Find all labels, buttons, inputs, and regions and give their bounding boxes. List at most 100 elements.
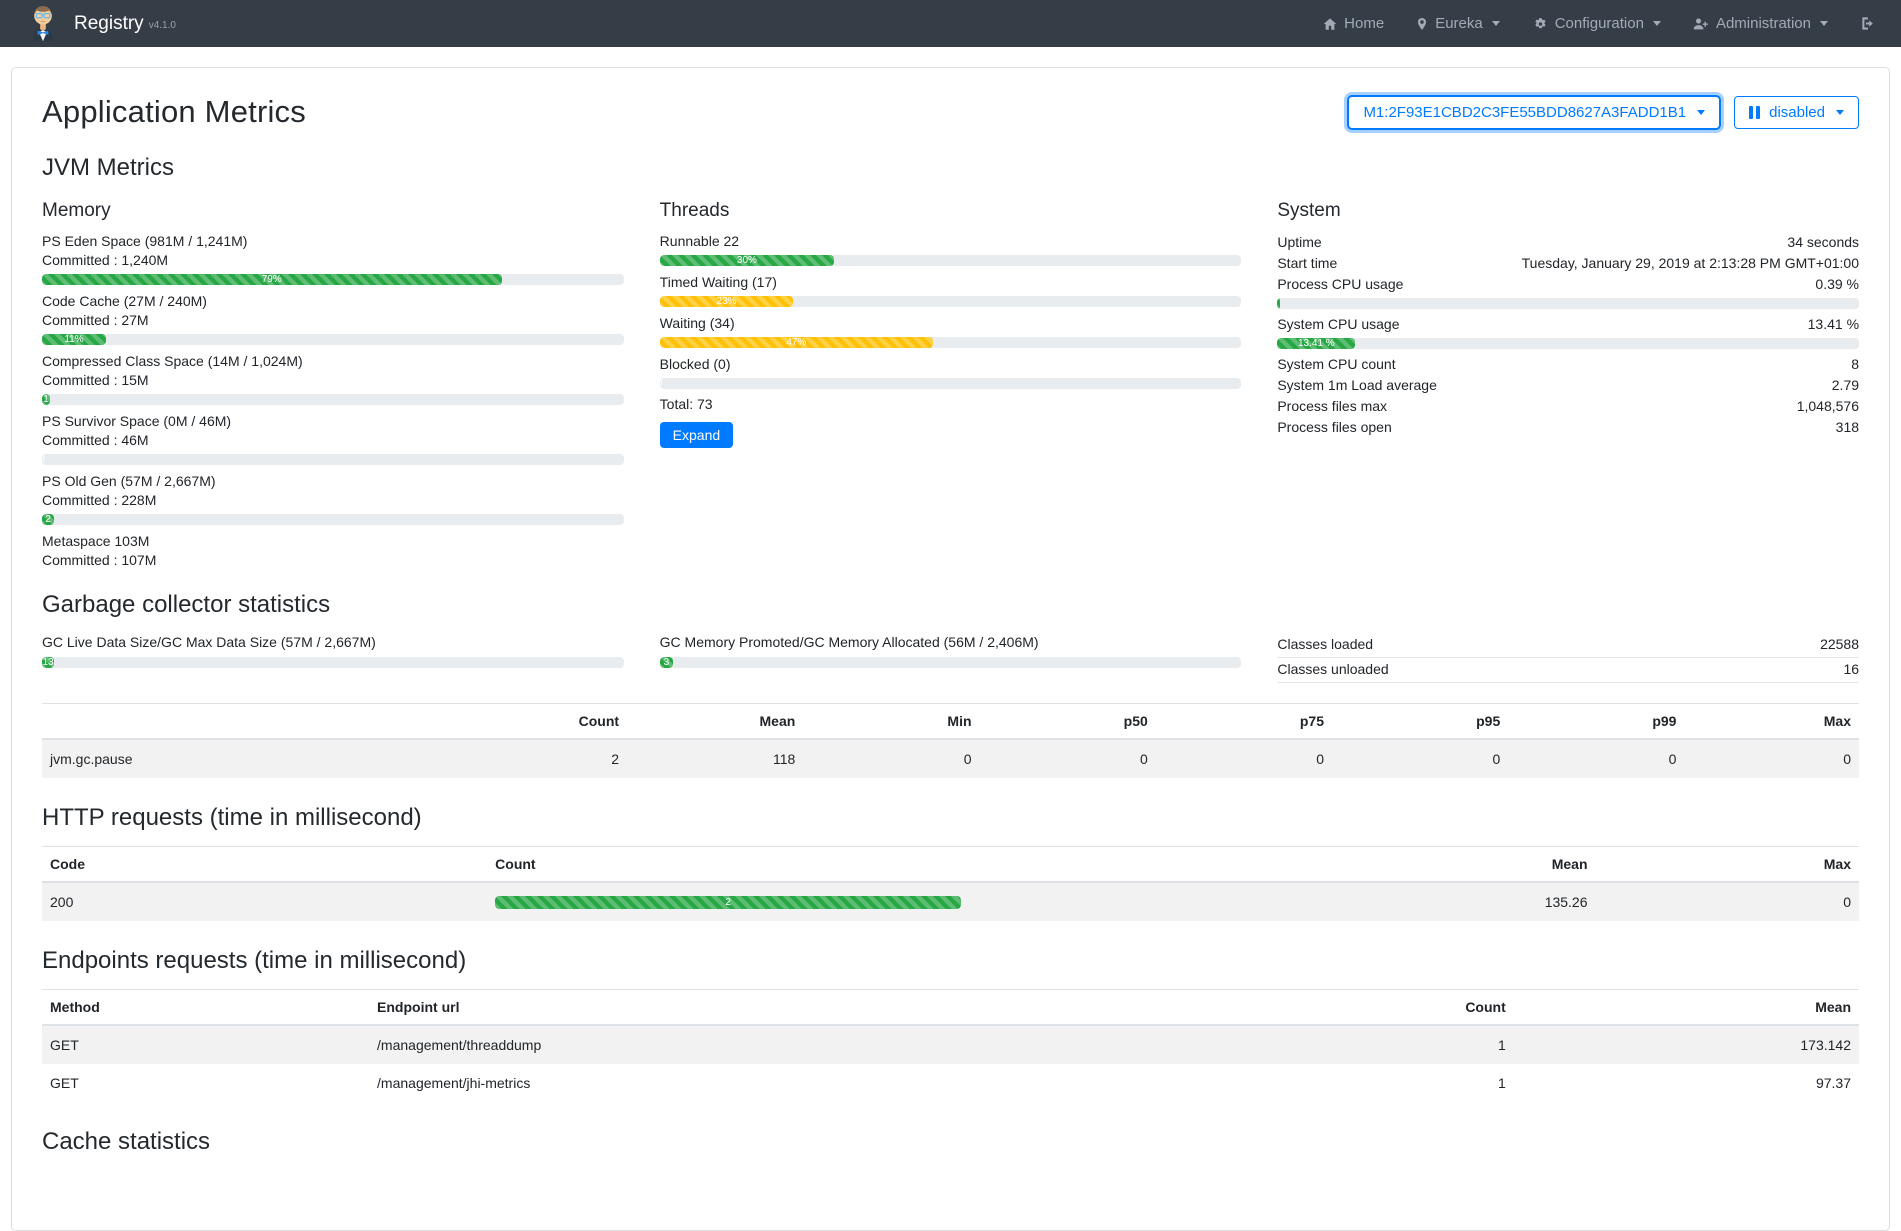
progress-fill: 1 — [42, 394, 50, 405]
gauge-committed: Committed : 46M — [42, 431, 624, 450]
gauge-title: PS Eden Space (981M / 1,241M) — [42, 232, 624, 251]
brand-version: v4.1.0 — [149, 20, 176, 31]
instance-selector-label: M1:2F93E1CBD2C3FE55BDD8627A3FADD1B1 — [1363, 104, 1686, 121]
row-label: Uptime — [1277, 233, 1321, 252]
gauge-title: Code Cache (27M / 240M) — [42, 292, 624, 311]
nav-item-administration[interactable]: Administration — [1693, 15, 1828, 32]
row-label: Process files open — [1277, 418, 1391, 437]
nav-item-eureka[interactable]: Eureka — [1416, 15, 1500, 32]
threads-heading: Threads — [660, 200, 1242, 222]
nav-item-label: Configuration — [1555, 15, 1644, 32]
row-label: System 1m Load average — [1277, 376, 1437, 395]
thread-gauge-blocked: Blocked (0) 0 — [660, 355, 1242, 389]
progress-label: 1 — [43, 394, 49, 405]
progress-label: 2 — [725, 897, 731, 908]
memory-gauge-compressed-class: Compressed Class Space (14M / 1,024M) Co… — [42, 352, 624, 405]
row-value: Tuesday, January 29, 2019 at 2:13:28 PM … — [1522, 254, 1859, 273]
column-header: p50 — [980, 704, 1156, 740]
row-value: 16 — [1843, 660, 1859, 679]
progress-track: 3 — [660, 657, 1242, 668]
chevron-down-icon — [1492, 21, 1500, 26]
system-row-files-max: Process files max 1,048,576 — [1277, 396, 1859, 417]
column-header: Code — [42, 847, 487, 883]
row-label: Classes loaded — [1277, 635, 1373, 654]
page-title: Application Metrics — [42, 94, 306, 130]
navbar: Registry v4.1.0 Home Eureka Configuratio… — [0, 0, 1901, 47]
progress-label: 0 — [42, 454, 45, 465]
gauge-title: GC Live Data Size/GC Max Data Size (57M … — [42, 633, 624, 652]
column-header: Endpoint url — [369, 990, 1205, 1026]
memory-gauge-survivor: PS Survivor Space (0M / 46M) Committed :… — [42, 412, 624, 465]
memory-gauge-eden: PS Eden Space (981M / 1,241M) Committed … — [42, 232, 624, 285]
column-header: Min — [803, 704, 979, 740]
brand-title: Registry — [74, 13, 144, 35]
row-value: 1,048,576 — [1797, 397, 1859, 416]
classes-unloaded-row: Classes unloaded 16 — [1277, 658, 1859, 683]
row-label: Process CPU usage — [1277, 275, 1403, 294]
column-header: Count — [451, 704, 627, 740]
row-value: 8 — [1851, 355, 1859, 374]
home-icon — [1323, 17, 1337, 31]
progress-track — [1277, 298, 1859, 309]
endpoint-url: /management/threaddump — [369, 1025, 1205, 1064]
progress-label: 30% — [737, 255, 757, 266]
progress-track: 0 — [42, 454, 624, 465]
row-label: System CPU count — [1277, 355, 1395, 374]
progress-label: 0 — [660, 378, 663, 389]
row-value: 2.79 — [1832, 376, 1859, 395]
memory-heading: Memory — [42, 200, 624, 222]
gauge-title: Blocked (0) — [660, 355, 1242, 374]
nav-item-home[interactable]: Home — [1323, 15, 1384, 32]
memory-gauge-code-cache: Code Cache (27M / 240M) Committed : 27M … — [42, 292, 624, 345]
system-row-start-time: Start time Tuesday, January 29, 2019 at … — [1277, 253, 1859, 274]
thread-gauge-waiting: Waiting (34) 47% — [660, 314, 1242, 348]
progress-track: 0 — [660, 378, 1242, 389]
gauge-committed: Committed : 27M — [42, 311, 624, 330]
threads-column: Threads Runnable 22 30% Timed Waiting (1… — [660, 196, 1242, 577]
progress-track: 79% — [42, 274, 624, 285]
system-row-files-open: Process files open 318 — [1277, 417, 1859, 438]
gauge-title: Runnable 22 — [660, 232, 1242, 251]
gc-stats-table: Count Mean Min p50 p75 p95 p99 Max jvm.g… — [42, 703, 1859, 778]
column-header — [42, 704, 451, 740]
progress-label: 3 — [664, 657, 670, 668]
cache-statistics-heading: Cache statistics — [42, 1128, 1859, 1156]
gauge-title: GC Memory Promoted/GC Memory Allocated (… — [660, 633, 1242, 652]
row-label: System CPU usage — [1277, 315, 1399, 334]
progress-track: 13 — [42, 657, 624, 668]
endpoint-url: /management/jhi-metrics — [369, 1064, 1205, 1102]
progress-fill: 2 — [495, 896, 961, 909]
progress-fill: 3 — [660, 657, 673, 668]
table-row: GET /management/threaddump 1 173.142 — [42, 1025, 1859, 1064]
row-label: Classes unloaded — [1277, 660, 1388, 679]
nav-item-label: Administration — [1716, 15, 1811, 32]
refresh-toggle-dropdown[interactable]: disabled — [1734, 96, 1859, 129]
chevron-down-icon — [1820, 21, 1828, 26]
nav-item-label: Eureka — [1435, 15, 1483, 32]
sign-out-icon — [1860, 16, 1875, 31]
column-header: Mean — [1214, 847, 1596, 883]
progress-label: 23% — [717, 296, 737, 307]
progress-track: 2 — [42, 514, 624, 525]
row-value: 318 — [1836, 418, 1859, 437]
gauge-title: Metaspace 103M — [42, 532, 624, 551]
memory-gauge-old-gen: PS Old Gen (57M / 2,667M) Committed : 22… — [42, 472, 624, 525]
progress-label: 13 — [43, 657, 54, 668]
progress-label: 47% — [786, 337, 806, 348]
threads-total: Total: 73 — [660, 396, 1242, 412]
http-code: 200 — [42, 882, 487, 921]
expand-button[interactable]: Expand — [660, 422, 733, 448]
progress-track: 1 — [42, 394, 624, 405]
column-header: p75 — [1156, 704, 1332, 740]
brand-link[interactable]: Registry v4.1.0 — [26, 4, 176, 43]
column-header: Method — [42, 990, 369, 1026]
nav-item-configuration[interactable]: Configuration — [1532, 15, 1661, 32]
system-heading: System — [1277, 200, 1859, 222]
gauge-title: PS Survivor Space (0M / 46M) — [42, 412, 624, 431]
column-header: Max — [1684, 704, 1859, 740]
column-header: Max — [1596, 847, 1859, 883]
endpoint-method: GET — [42, 1025, 369, 1064]
system-row-cpu-count: System CPU count 8 — [1277, 354, 1859, 375]
instance-selector-dropdown[interactable]: M1:2F93E1CBD2C3FE55BDD8627A3FADD1B1 — [1348, 96, 1720, 129]
sign-out-button[interactable] — [1860, 16, 1875, 31]
